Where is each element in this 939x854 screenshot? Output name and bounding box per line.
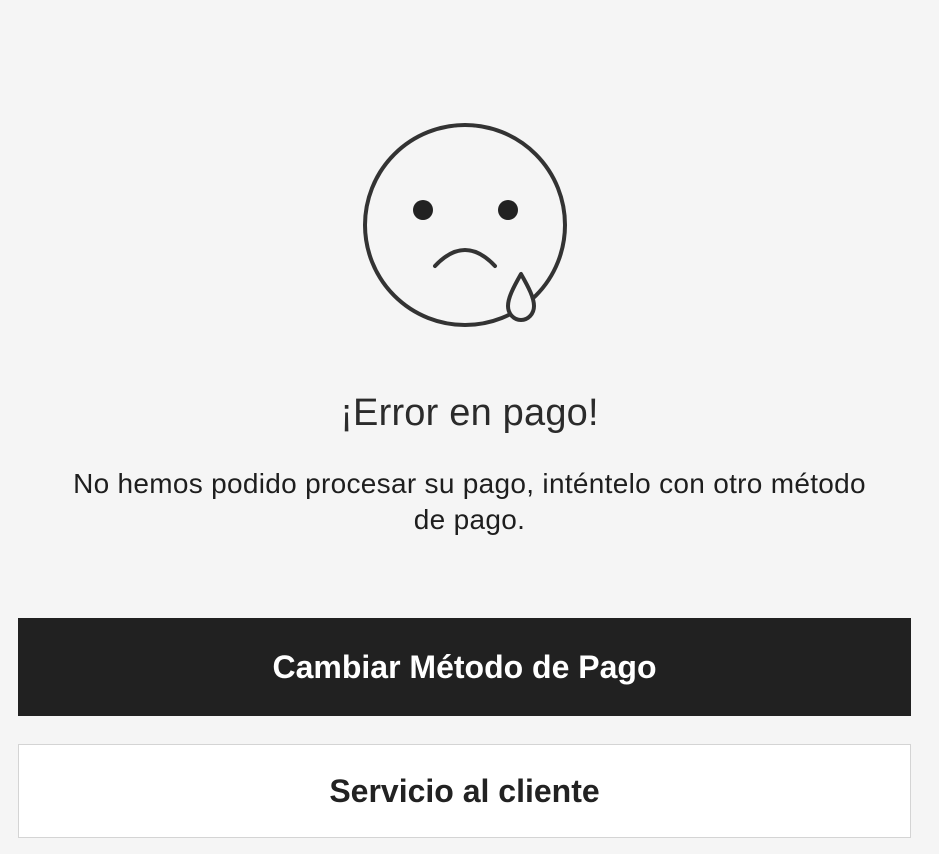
customer-service-button[interactable]: Servicio al cliente bbox=[18, 744, 911, 838]
sad-face-tear-icon bbox=[361, 122, 571, 332]
change-payment-method-button[interactable]: Cambiar Método de Pago bbox=[18, 618, 911, 716]
error-title: ¡Error en pago! bbox=[340, 392, 599, 434]
error-message: No hemos podido procesar su pago, intént… bbox=[73, 468, 866, 535]
